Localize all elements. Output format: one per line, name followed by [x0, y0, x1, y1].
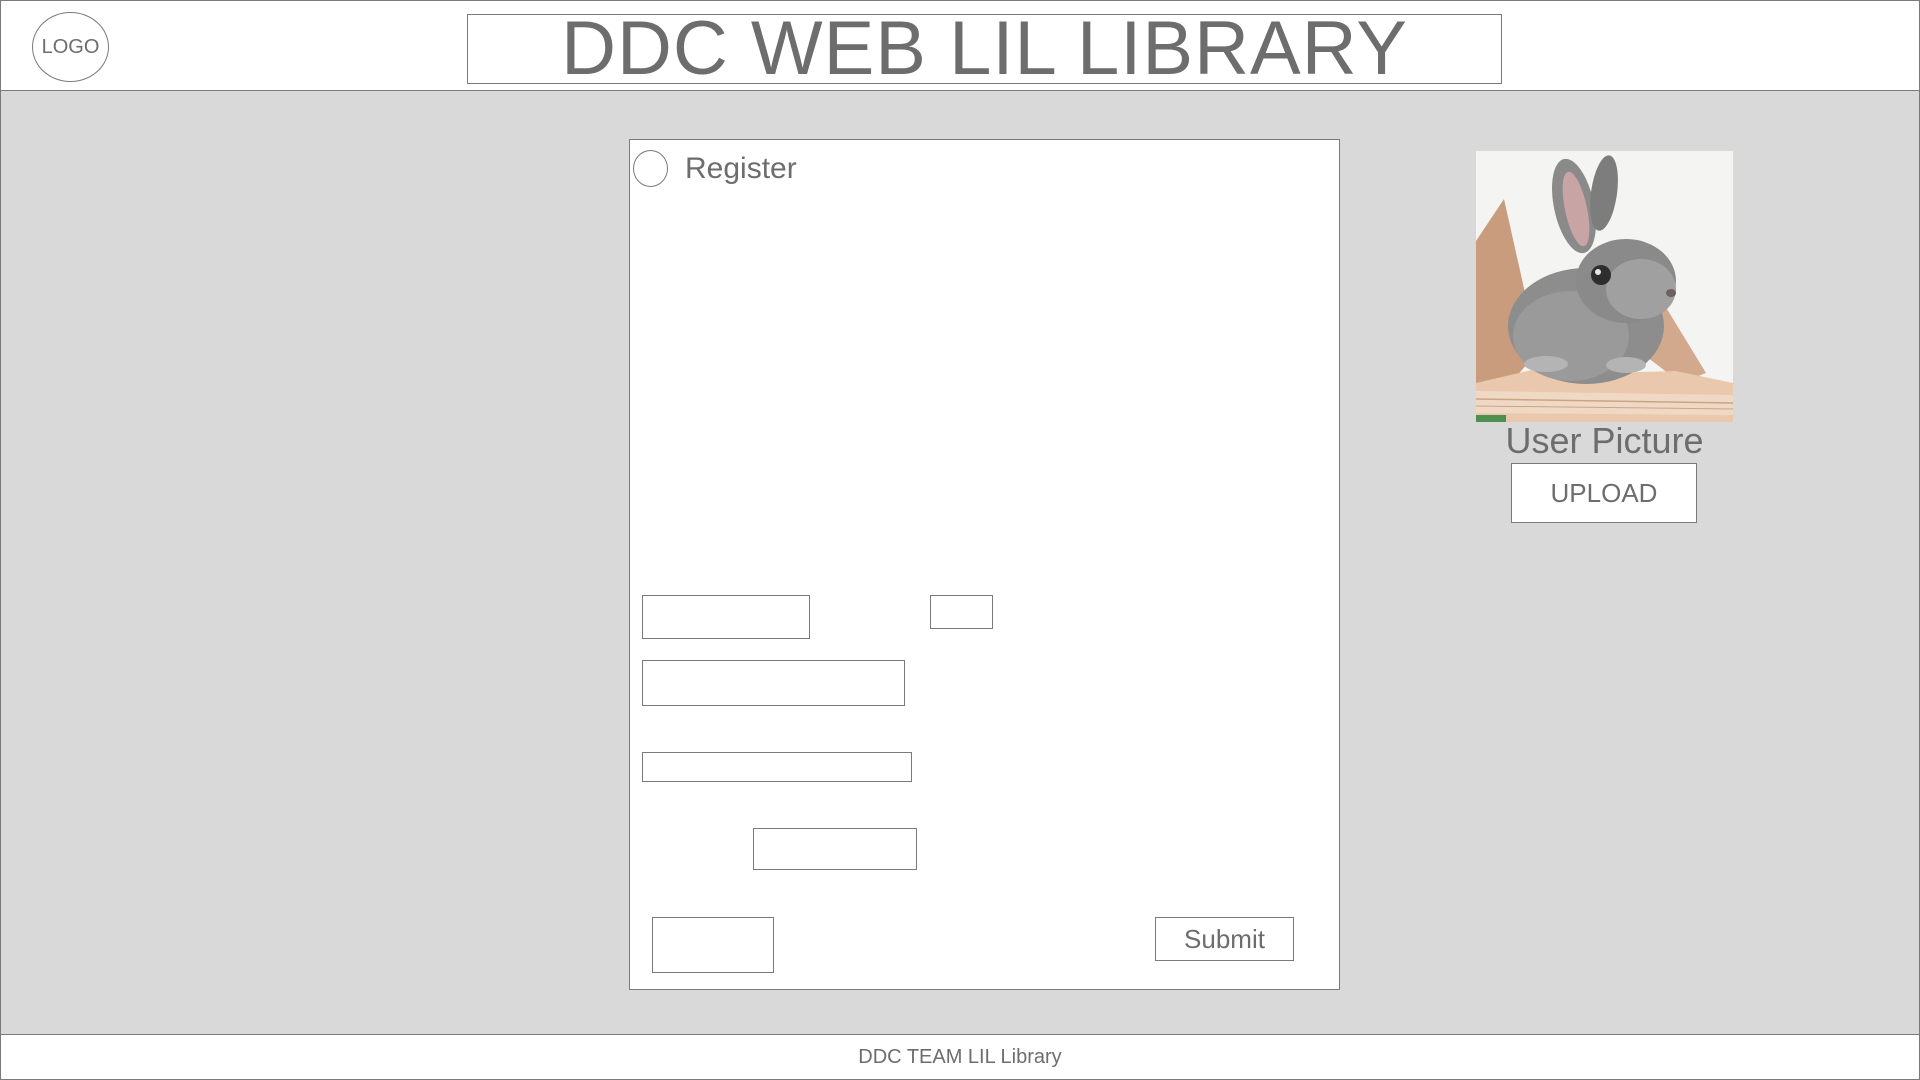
logo[interactable]: LOGO	[32, 12, 109, 82]
register-panel: Register Submit	[629, 139, 1340, 990]
register-label: Register	[685, 152, 797, 185]
site-title-box: DDC WEB LIL LIBRARY	[467, 14, 1502, 84]
user-picture-label: User Picture	[1505, 420, 1704, 461]
register-radio[interactable]	[633, 150, 668, 187]
page-frame: LOGO DDC WEB LIL LIBRARY Register Submit	[0, 0, 1920, 1080]
upload-button-label: UPLOAD	[1550, 477, 1658, 508]
form-field-1[interactable]	[642, 595, 810, 639]
logo-label: LOGO	[41, 35, 100, 58]
secondary-button[interactable]	[652, 917, 774, 973]
form-field-2[interactable]	[642, 660, 905, 706]
form-field-3[interactable]	[642, 752, 912, 782]
footer-bar: DDC TEAM LIL Library	[1, 1034, 1919, 1079]
submit-button-label: Submit	[1184, 923, 1265, 954]
upload-button[interactable]: UPLOAD	[1511, 463, 1697, 523]
site-title: DDC WEB LIL LIBRARY	[561, 14, 1408, 84]
header-bar: LOGO DDC WEB LIL LIBRARY	[1, 1, 1919, 91]
footer-text: DDC TEAM LIL Library	[858, 1045, 1062, 1068]
form-field-4[interactable]	[753, 828, 917, 870]
form-field-small[interactable]	[930, 595, 993, 629]
rabbit-photo-icon	[1476, 151, 1733, 422]
user-picture-image	[1476, 151, 1733, 422]
submit-button[interactable]: Submit	[1155, 917, 1294, 961]
